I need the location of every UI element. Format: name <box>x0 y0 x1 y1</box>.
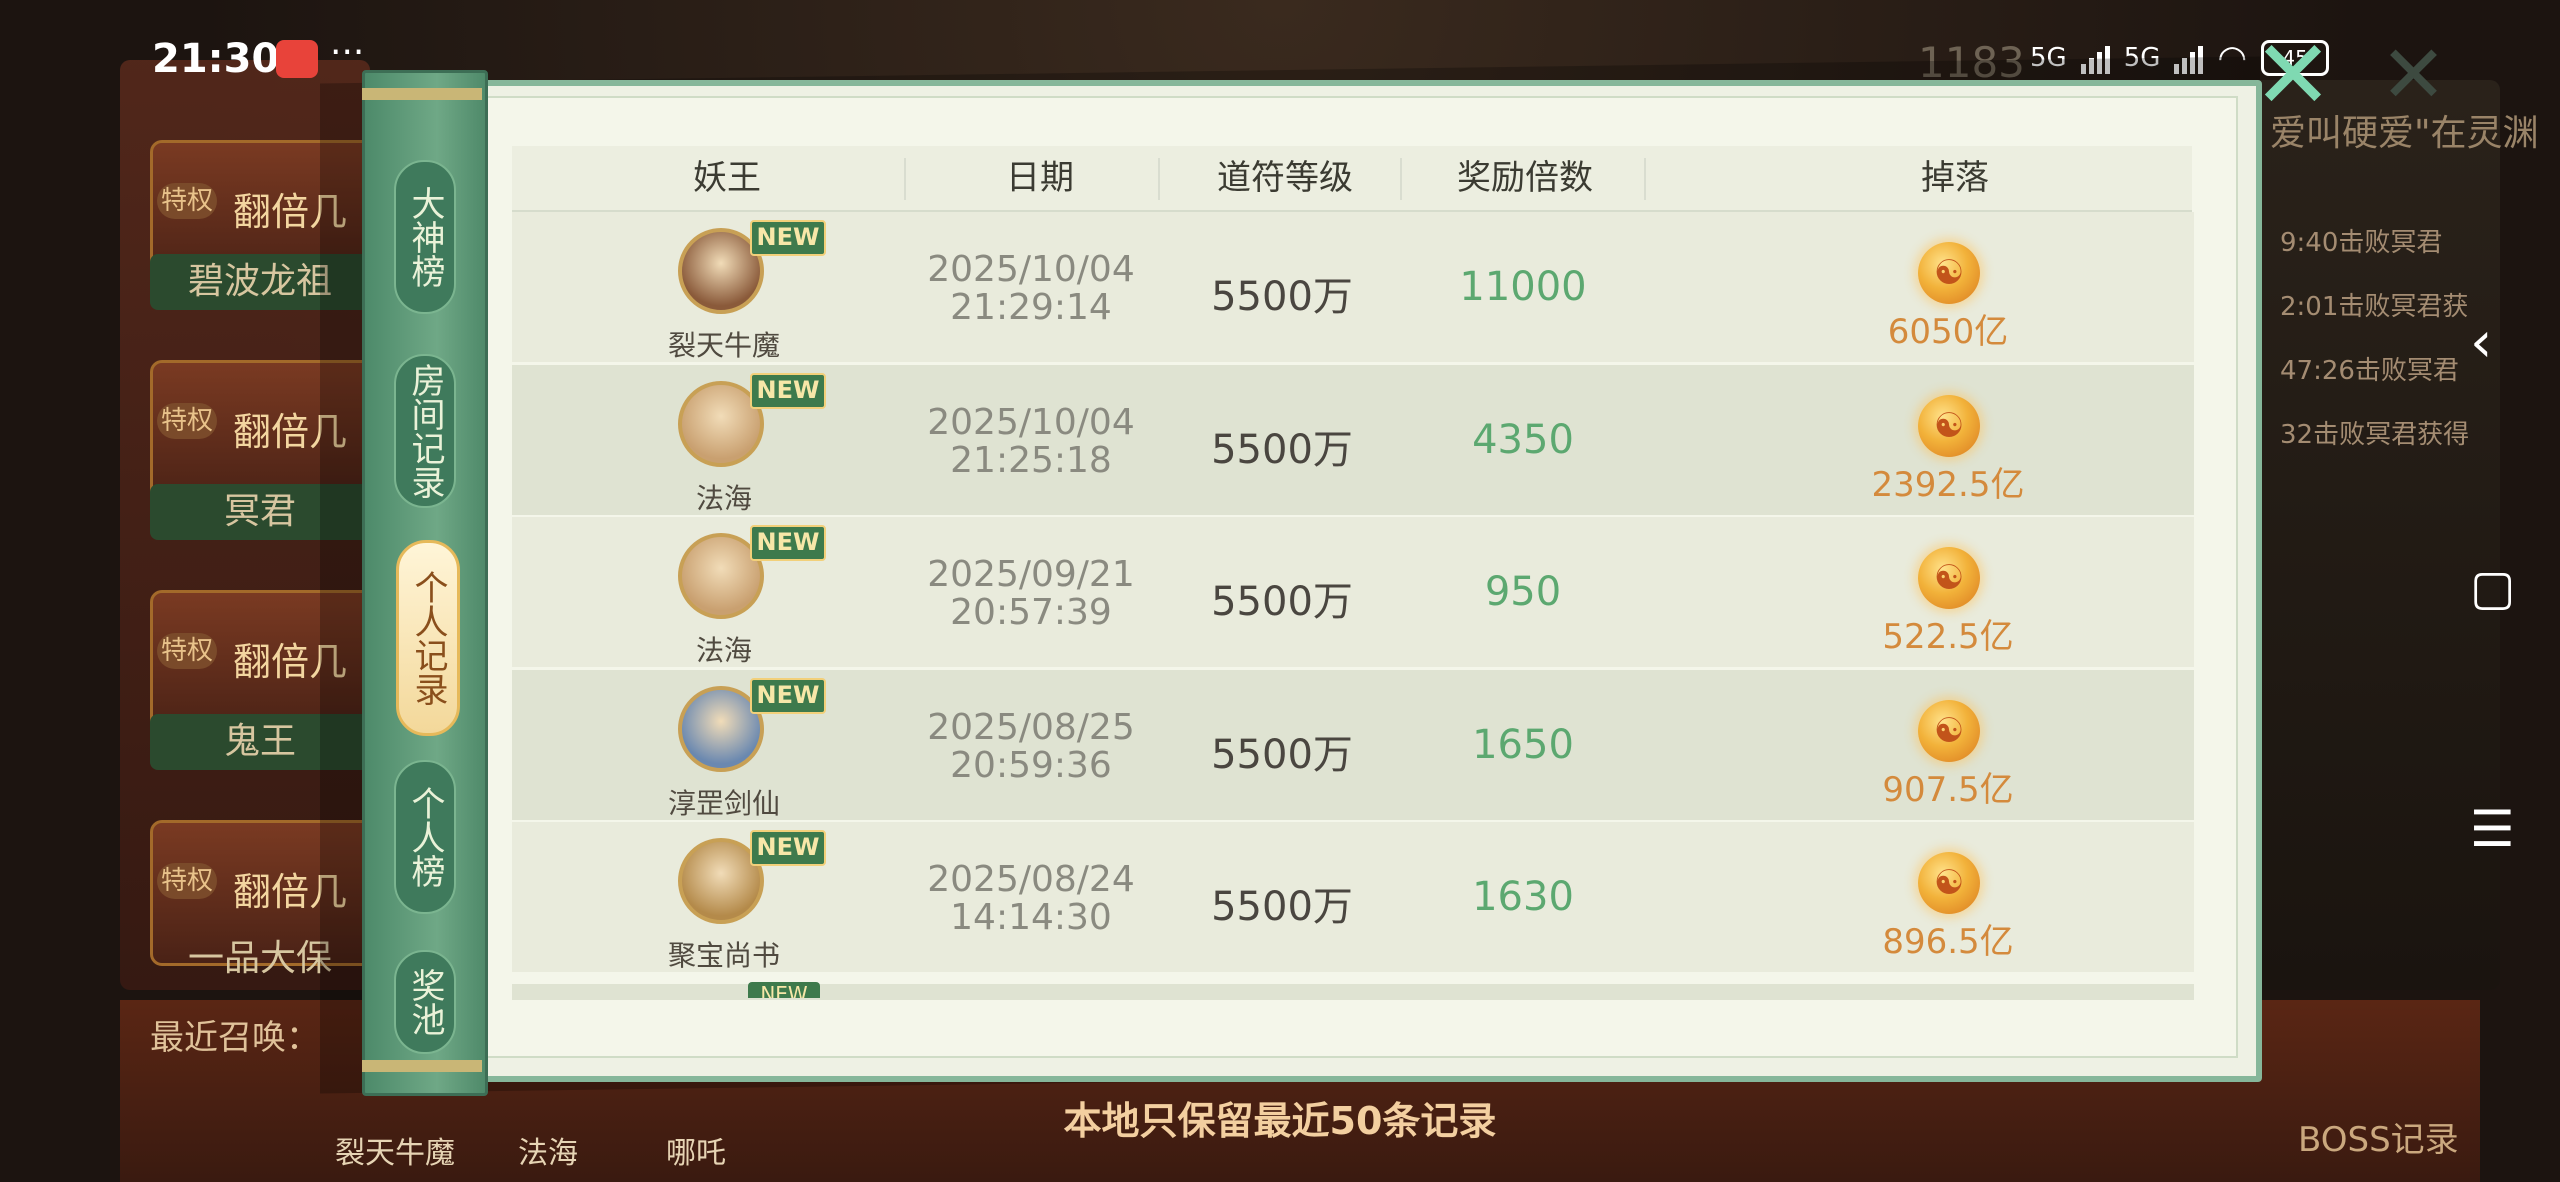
close-icon[interactable]: ✕ <box>2248 27 2338 123</box>
reward-multiplier: 4350 <box>1472 416 1574 463</box>
gold-coin-icon: ☯ <box>1918 699 1980 762</box>
footer-note: 本地只保留最近50条记录 <box>1063 1099 1497 1143</box>
drop-amount: 6050亿 <box>1887 312 2009 352</box>
boss-name: 法海 <box>695 634 752 667</box>
tab-personal-ranking[interactable]: 个人榜 <box>394 760 456 914</box>
more-notifications-icon: ··· <box>330 32 365 73</box>
tab-label: 奖池 <box>405 968 445 1036</box>
column-divider <box>1158 158 1160 200</box>
boss-name: 淳罡剑仙 <box>667 786 780 820</box>
tab-label: 大神榜 <box>405 186 445 288</box>
tab-prize-pool[interactable]: 奖池 <box>394 950 456 1054</box>
menu-icon[interactable]: ☰ <box>2470 800 2515 858</box>
tab-god-ranking[interactable]: 大神榜 <box>394 160 456 314</box>
talisman-level: 5500万 <box>1211 274 1353 320</box>
tab-label: 房间记录 <box>405 363 445 499</box>
talisman-level: 5500万 <box>1211 731 1353 778</box>
reward-multiplier: 1650 <box>1472 721 1574 768</box>
new-badge: NEW <box>750 830 826 866</box>
kill-log-line: 32击败冥君获得 <box>2280 420 2470 450</box>
new-badge: NEW <box>750 677 826 714</box>
column-header-drop: 掉落 <box>1921 158 1989 198</box>
record-date: 2025/08/24 <box>927 859 1135 900</box>
gold-coin-icon: ☯ <box>1918 547 1980 609</box>
privilege-badge: 特权 <box>157 403 217 439</box>
reward-multiplier: 950 <box>1484 569 1562 615</box>
tab-room-records[interactable]: 房间记录 <box>394 354 456 508</box>
tab-label: 个人榜 <box>405 786 445 888</box>
record-time: 21:25:18 <box>950 439 1112 481</box>
record-time: 20:59:36 <box>950 744 1112 786</box>
new-badge: NEW <box>750 372 826 409</box>
kill-log-line: 47:26击败冥君 <box>2280 356 2459 386</box>
boss-name: 法海 <box>695 481 752 515</box>
kill-log-line: 2:01击败冥君获 <box>2280 292 2469 322</box>
drop-amount: 896.5亿 <box>1882 922 2014 962</box>
boss-name: 聚宝尚书 <box>667 939 780 972</box>
talisman-level: 5500万 <box>1211 884 1353 930</box>
column-divider <box>1644 158 1646 200</box>
record-date: 2025/10/04 <box>927 249 1135 290</box>
gold-coin-icon: ☯ <box>1918 852 1980 914</box>
recent-summon-label: 最近召唤： <box>150 1018 320 1058</box>
record-date: 2025/08/25 <box>927 706 1135 748</box>
column-divider <box>1400 158 1402 200</box>
reward-multiplier: 1630 <box>1472 874 1574 920</box>
kill-log-line: 9:40击败冥君 <box>2280 228 2443 258</box>
column-header-date: 日期 <box>1006 158 1074 198</box>
gold-coin-icon: ☯ <box>1918 242 1980 304</box>
recents-icon[interactable]: ▢ <box>2470 560 2515 616</box>
back-icon[interactable]: ‹ <box>2470 310 2492 375</box>
column-header-level: 道符等级 <box>1217 158 1353 198</box>
drop-amount: 907.5亿 <box>1882 769 2014 810</box>
close-icon[interactable]: ✕ <box>2380 28 2447 121</box>
status-time: 21:30 <box>152 36 280 82</box>
drop-amount: 2392.5亿 <box>1871 464 2025 505</box>
record-time: 20:57:39 <box>950 592 1112 633</box>
privilege-badge: 特权 <box>157 863 217 899</box>
record-time: 14:14:30 <box>950 897 1112 938</box>
app-notification-icon <box>276 40 318 78</box>
talisman-level: 5500万 <box>1211 426 1353 473</box>
column-header-boss: 妖王 <box>693 158 761 198</box>
new-badge: NEW <box>748 982 820 998</box>
column-header-multiplier: 奖励倍数 <box>1457 158 1593 198</box>
tab-column-ornament <box>362 88 482 100</box>
privilege-badge: 特权 <box>157 183 217 219</box>
record-time: 21:29:14 <box>950 287 1112 328</box>
new-badge: NEW <box>750 525 826 561</box>
tab-personal-records[interactable]: 个人记录 <box>396 540 460 736</box>
record-date: 2025/10/04 <box>927 401 1135 443</box>
new-badge: NEW <box>750 220 826 256</box>
privilege-badge: 特权 <box>157 633 217 669</box>
boss-name: 裂天牛魔 <box>667 329 780 362</box>
gold-coin-icon: ☯ <box>1918 394 1980 457</box>
drop-amount: 522.5亿 <box>1882 617 2014 657</box>
tab-column-ornament <box>362 1060 482 1072</box>
reward-multiplier: 11000 <box>1459 264 1587 310</box>
record-date: 2025/09/21 <box>927 554 1135 595</box>
talisman-level: 5500万 <box>1211 579 1353 625</box>
tab-label: 个人记录 <box>408 570 448 706</box>
column-divider <box>904 158 906 200</box>
